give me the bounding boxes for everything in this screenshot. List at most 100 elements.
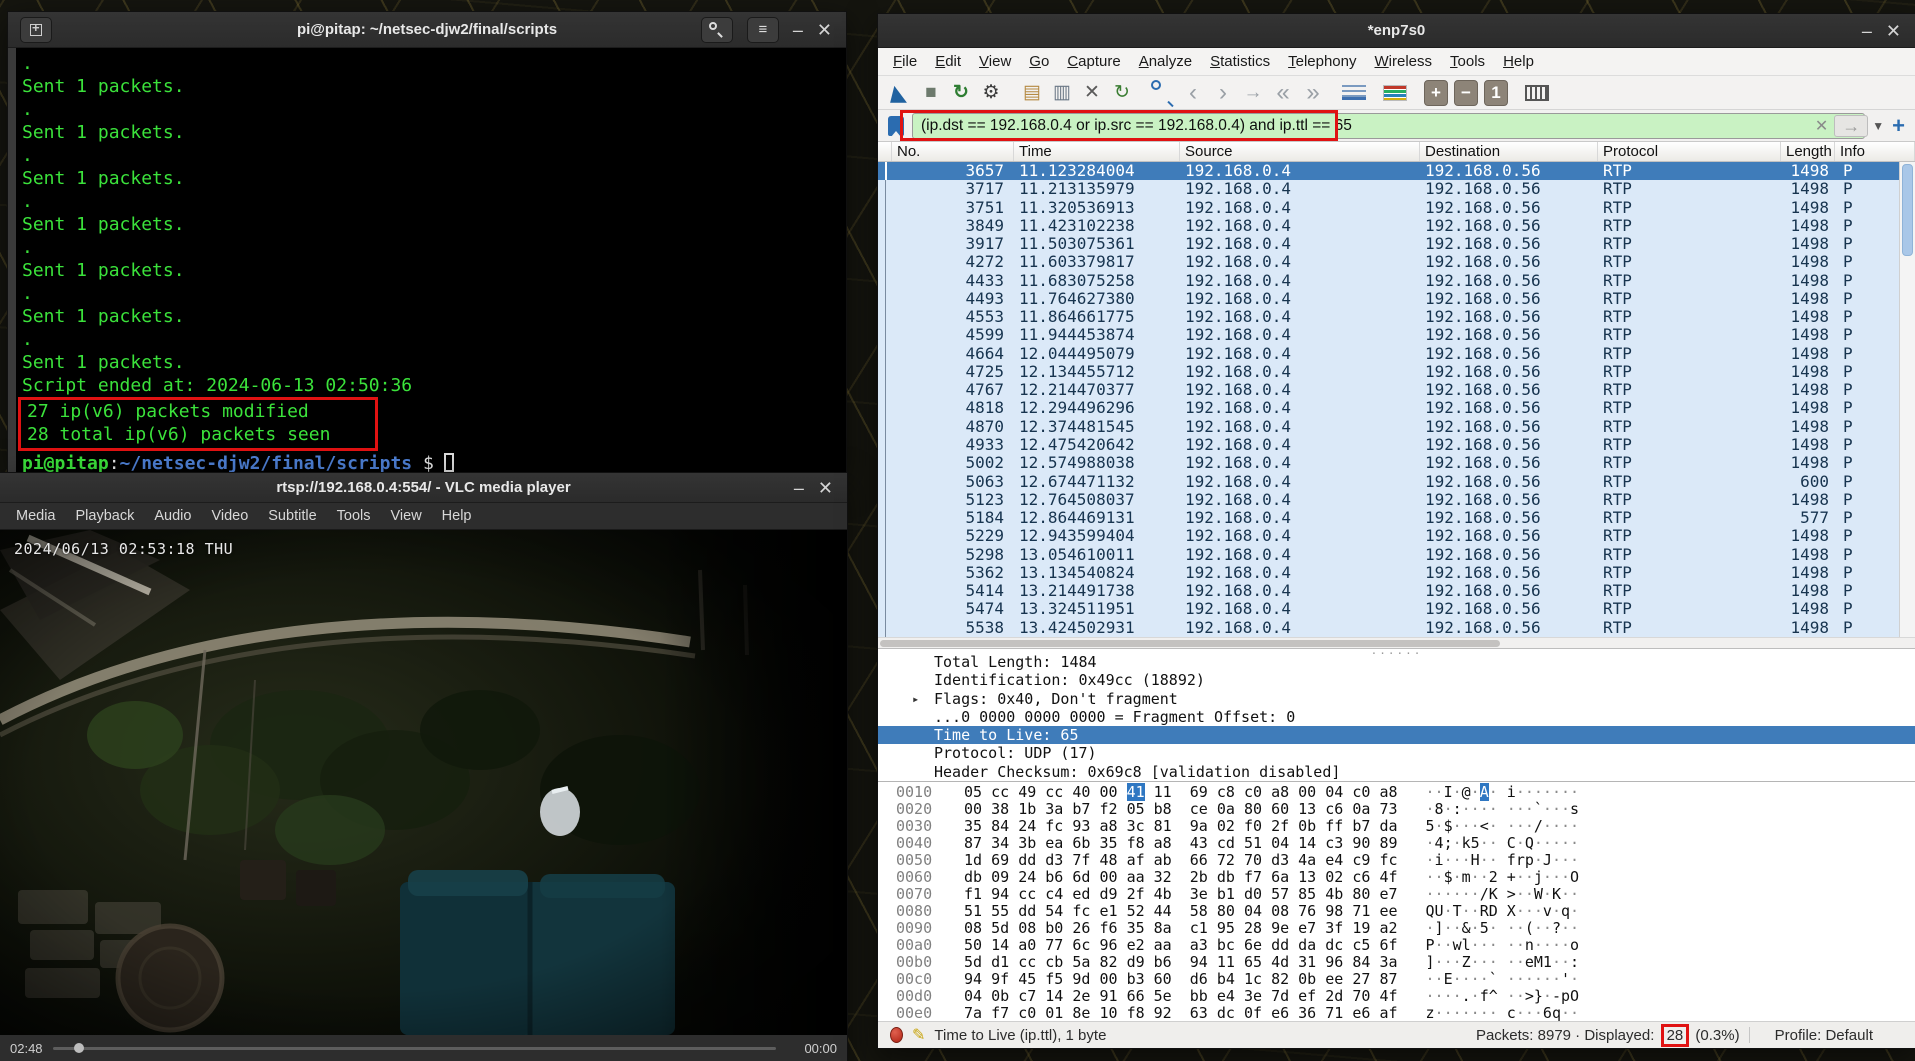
vlc-menu-audio[interactable]: Audio [144, 508, 201, 524]
packet-row[interactable]: 481812.294496296192.168.0.4192.168.0.56R… [878, 399, 1899, 417]
go-to-packet-icon[interactable]: → [1241, 80, 1265, 106]
stop-capture-icon[interactable]: ■ [919, 80, 943, 106]
colorize-icon[interactable] [1383, 85, 1407, 101]
detail-line[interactable]: Time to Live: 65 [878, 726, 1915, 744]
packet-row[interactable]: 443311.683075258192.168.0.4192.168.0.56R… [878, 272, 1899, 290]
column-header-info[interactable]: Info [1835, 142, 1915, 161]
zoom-original-icon[interactable]: 1 [1484, 80, 1508, 106]
column-header-length[interactable]: Length [1781, 142, 1835, 161]
menu-analyze[interactable]: Analyze [1130, 53, 1201, 70]
wireshark-minimize-button[interactable]: – [1862, 22, 1872, 40]
restart-capture-icon[interactable]: ↻ [949, 80, 973, 106]
packet-row[interactable]: 455311.864661775192.168.0.4192.168.0.56R… [878, 308, 1899, 326]
hex-row[interactable]: 00e07a f7 c0 01 8e 10 f8 92 63 dc 0f e6 … [896, 1005, 1915, 1021]
packet-list-hscrollbar[interactable] [878, 637, 1915, 649]
terminal-content[interactable]: .Sent 1 packets..Sent 1 packets..Sent 1 … [8, 48, 846, 473]
packet-list-scrollbar-thumb[interactable] [1902, 164, 1913, 256]
terminal-close-button[interactable]: ✕ [817, 21, 832, 39]
menu-telephony[interactable]: Telephony [1279, 53, 1365, 70]
packet-row[interactable]: 541413.214491738192.168.0.4192.168.0.56R… [878, 582, 1899, 600]
start-capture-icon[interactable]: ◣ [886, 80, 916, 106]
hex-row[interactable]: 00b05d d1 cc cb 5a 82 d9 b6 94 11 65 4d … [896, 954, 1915, 971]
menu-statistics[interactable]: Statistics [1201, 53, 1279, 70]
packet-row[interactable]: 449311.764627380192.168.0.4192.168.0.56R… [878, 290, 1899, 308]
go-forward-icon[interactable]: › [1211, 80, 1235, 106]
hex-row[interactable]: 00c094 9f 45 f5 9d 00 b3 60 d6 b4 1c 82 … [896, 971, 1915, 988]
go-back-icon[interactable]: ‹ [1181, 80, 1205, 106]
filter-apply-icon[interactable]: → [1834, 115, 1868, 137]
detail-line[interactable]: Header Checksum: 0x69c8 [validation disa… [878, 763, 1915, 781]
packet-row[interactable]: 427211.603379817192.168.0.4192.168.0.56R… [878, 253, 1899, 271]
zoom-in-icon[interactable]: + [1424, 80, 1448, 106]
zoom-out-icon[interactable]: − [1454, 80, 1478, 106]
packet-row[interactable]: 476712.214470377192.168.0.4192.168.0.56R… [878, 381, 1899, 399]
vlc-minimize-button[interactable]: – [794, 479, 804, 497]
vlc-menu-video[interactable]: Video [201, 508, 258, 524]
find-packet-icon[interactable] [1151, 80, 1175, 106]
terminal-minimize-button[interactable]: – [793, 21, 803, 39]
hex-row[interactable]: 004087 34 3b ea 6b 35 f8 a8 43 cd 51 04 … [896, 835, 1915, 852]
wireshark-close-button[interactable]: ✕ [1886, 22, 1901, 40]
hex-row[interactable]: 00d004 0b c7 14 2e 91 66 5e bb e4 3e 7d … [896, 988, 1915, 1005]
column-header-destination[interactable]: Destination [1420, 142, 1598, 161]
detail-line[interactable]: Identification: 0x49cc (18892) [878, 671, 1915, 689]
column-header-source[interactable]: Source [1180, 142, 1420, 161]
hex-row[interactable]: 003035 84 24 fc 93 a8 3c 81 9a 02 f0 2f … [896, 818, 1915, 835]
vlc-menu-playback[interactable]: Playback [66, 508, 145, 524]
menu-tools[interactable]: Tools [1441, 53, 1494, 70]
hex-row[interactable]: 0070f1 94 cc c4 ed d9 2f 4b 3e b1 d0 57 … [896, 886, 1915, 903]
save-file-icon[interactable]: ▥ [1050, 80, 1074, 106]
seek-bar[interactable] [53, 1047, 777, 1050]
column-header-no[interactable]: No. [892, 142, 1014, 161]
menu-button[interactable]: ≡ [747, 17, 779, 43]
column-header-time[interactable]: Time [1014, 142, 1180, 161]
packet-row[interactable]: 487012.374481545192.168.0.4192.168.0.56R… [878, 418, 1899, 436]
expert-info-icon[interactable] [890, 1027, 903, 1043]
vlc-close-button[interactable]: ✕ [818, 479, 833, 497]
hex-row[interactable]: 0060db 09 24 b6 6d 00 aa 32 2b db f7 6a … [896, 869, 1915, 886]
menu-edit[interactable]: Edit [926, 53, 970, 70]
filter-clear-icon[interactable]: ✕ [1815, 116, 1828, 136]
packet-row[interactable]: 529813.054610011192.168.0.4192.168.0.56R… [878, 546, 1899, 564]
packet-row[interactable]: 472512.134455712192.168.0.4192.168.0.56R… [878, 363, 1899, 381]
display-filter-input[interactable]: (ip.dst == 192.168.0.4 or ip.src == 192.… [912, 113, 1865, 139]
menu-file[interactable]: File [884, 53, 926, 70]
filter-add-button[interactable]: + [1892, 113, 1905, 139]
packet-row[interactable]: 547413.324511951192.168.0.4192.168.0.56R… [878, 600, 1899, 618]
vlc-menu-view[interactable]: View [381, 508, 432, 524]
menu-help[interactable]: Help [1494, 53, 1543, 70]
packet-row[interactable]: 375111.320536913192.168.0.4192.168.0.56R… [878, 199, 1899, 217]
resize-columns-icon[interactable] [1525, 85, 1549, 101]
expander-icon[interactable]: ▸ [912, 690, 928, 708]
hex-row[interactable]: 001005 cc 49 cc 40 00 41 11 69 c8 c0 a8 … [896, 784, 1915, 801]
wireshark-titlebar[interactable]: *enp7s0 – ✕ [878, 14, 1915, 48]
packet-row[interactable]: 536213.134540824192.168.0.4192.168.0.56R… [878, 564, 1899, 582]
hex-row[interactable]: 009008 5d 08 b0 26 f6 35 8a c1 95 28 9e … [896, 920, 1915, 937]
packet-row[interactable]: 466412.044495079192.168.0.4192.168.0.56R… [878, 345, 1899, 363]
terminal-titlebar[interactable]: pi@pitap: ~/netsec-djw2/final/scripts ≡ … [8, 12, 846, 48]
packet-row[interactable]: 553813.424502931192.168.0.4192.168.0.56R… [878, 619, 1899, 637]
packet-list-scrollbar[interactable] [1899, 162, 1915, 637]
last-packet-icon[interactable]: » [1301, 80, 1325, 106]
vlc-menu-help[interactable]: Help [432, 508, 482, 524]
packet-row[interactable]: 500212.574988038192.168.0.4192.168.0.56R… [878, 454, 1899, 472]
seek-knob[interactable] [74, 1043, 84, 1053]
open-file-icon[interactable]: ▤ [1020, 80, 1044, 106]
filter-bookmark-icon[interactable] [888, 116, 904, 136]
hex-row[interactable]: 002000 38 1b 3a b7 f2 05 b8 ce 0a 80 60 … [896, 801, 1915, 818]
packet-row[interactable]: 459911.944453874192.168.0.4192.168.0.56R… [878, 326, 1899, 344]
packet-list-hscrollbar-thumb[interactable] [880, 640, 1500, 647]
detail-line[interactable]: Total Length: 1484 [878, 653, 1915, 671]
detail-line[interactable]: Protocol: UDP (17) [878, 744, 1915, 762]
detail-line[interactable]: ▸Flags: 0x40, Don't fragment [878, 690, 1915, 708]
auto-scroll-icon[interactable] [1342, 85, 1366, 100]
packet-row[interactable]: 493312.475420642192.168.0.4192.168.0.56R… [878, 436, 1899, 454]
packet-row[interactable]: 371711.213135979192.168.0.4192.168.0.56R… [878, 180, 1899, 198]
first-packet-icon[interactable]: « [1271, 80, 1295, 106]
new-tab-button[interactable] [20, 17, 52, 43]
column-header-protocol[interactable]: Protocol [1598, 142, 1781, 161]
hex-row[interactable]: 00a050 14 a0 77 6c 96 e2 aa a3 bc 6e dd … [896, 937, 1915, 954]
search-button[interactable] [701, 17, 733, 43]
vlc-titlebar[interactable]: rtsp://192.168.0.4:554/ - VLC media play… [0, 473, 847, 503]
detail-line[interactable]: ...0 0000 0000 0000 = Fragment Offset: 0 [878, 708, 1915, 726]
